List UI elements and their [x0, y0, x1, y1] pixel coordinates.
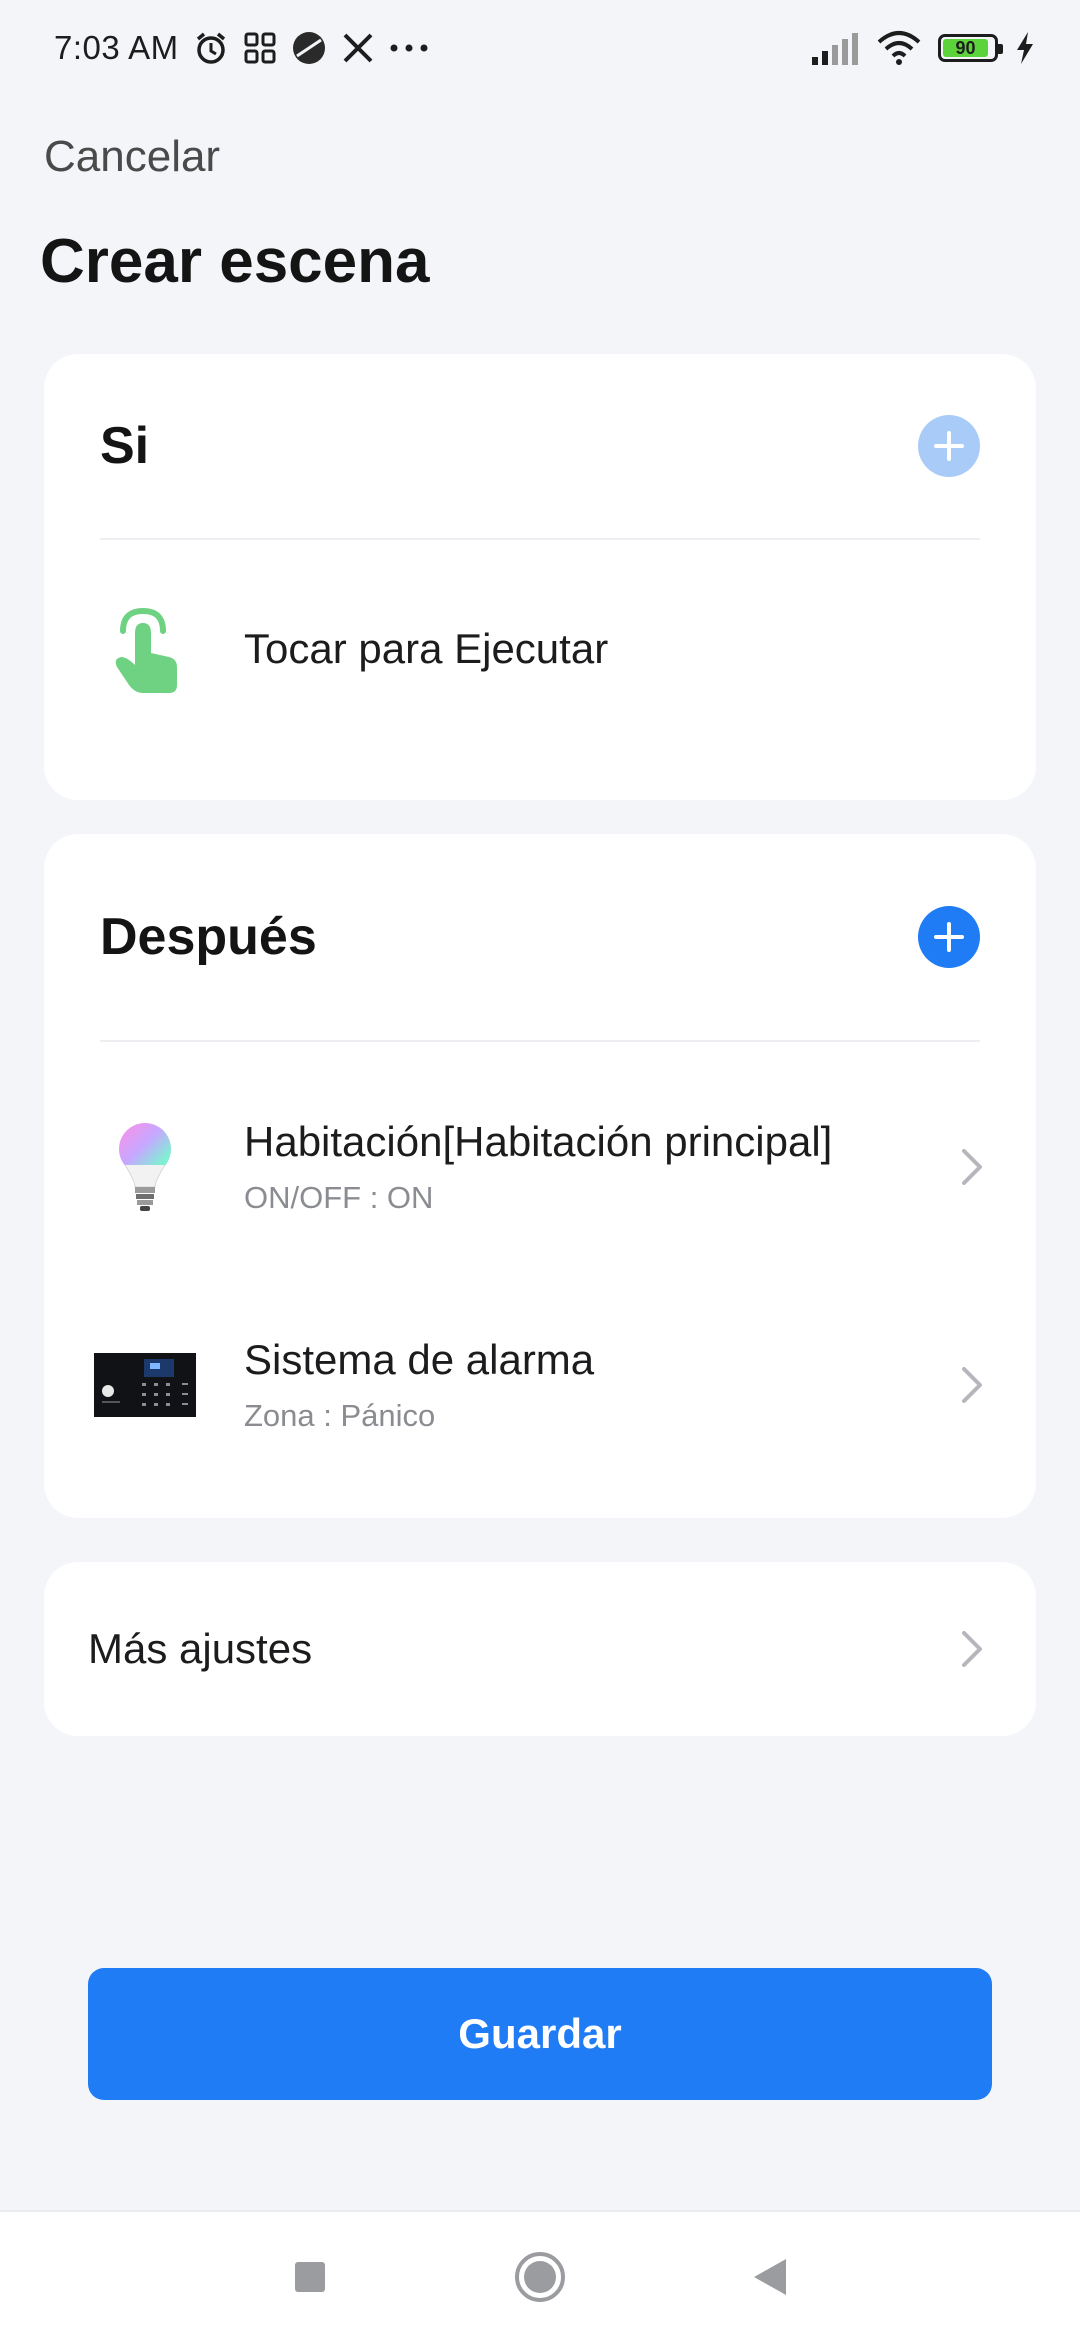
more-settings-label: Más ajustes — [88, 1625, 313, 1672]
action-row-bulb[interactable]: Habitación[Habitación principal] ON/OFF … — [88, 1092, 992, 1242]
more-settings-row[interactable]: Más ajustes — [44, 1562, 1036, 1736]
charging-icon — [1014, 31, 1036, 65]
chevron-right-icon — [952, 1629, 992, 1669]
smart-bulb-icon — [88, 1123, 202, 1211]
battery-level: 90 — [943, 38, 988, 58]
action-row-alarm[interactable]: Sistema de alarma Zona : Pánico — [88, 1310, 992, 1460]
action-subtitle: Zona : Pánico — [244, 1398, 436, 1433]
condition-row-tap-to-run[interactable]: Tocar para Ejecutar — [88, 584, 992, 714]
action-title: Sistema de alarma — [244, 1336, 595, 1383]
home-circle-icon[interactable] — [510, 2247, 570, 2307]
if-section-title: Si — [100, 417, 150, 475]
status-bar-right: 90 — [810, 30, 1036, 66]
signal-icon — [810, 31, 860, 65]
battery-icon: 90 — [938, 34, 1003, 62]
apps-grid-icon — [243, 31, 277, 65]
status-time: 7:03 AM — [54, 29, 179, 66]
then-section-title: Después — [100, 908, 317, 966]
condition-title: Tocar para Ejecutar — [244, 625, 609, 672]
recents-square-icon[interactable] — [280, 2247, 340, 2307]
tap-hand-icon — [88, 607, 202, 693]
if-conditions-card: Si Tocar para Ejecutar — [44, 354, 1036, 800]
add-action-button[interactable] — [918, 906, 980, 968]
status-bar: 7:03 AM 90 — [0, 0, 1080, 96]
system-nav-bar — [0, 2210, 1080, 2342]
alarm-icon — [193, 30, 229, 66]
save-button[interactable]: Guardar — [88, 1968, 992, 2100]
action-subtitle: ON/OFF : ON — [244, 1180, 434, 1215]
action-text: Sistema de alarma Zona : Pánico — [244, 1336, 952, 1434]
wifi-icon — [876, 30, 922, 66]
condition-text: Tocar para Ejecutar — [244, 625, 992, 673]
alarm-panel-icon — [88, 1345, 202, 1425]
chevron-right-icon — [952, 1365, 992, 1405]
chevron-right-icon — [952, 1147, 992, 1187]
action-title: Habitación[Habitación principal] — [244, 1118, 833, 1165]
back-triangle-icon[interactable] — [740, 2247, 800, 2307]
if-section-header: Si — [100, 354, 980, 540]
x-app-icon — [341, 31, 375, 65]
add-condition-button[interactable] — [918, 415, 980, 477]
more-dots-icon — [389, 43, 429, 53]
plus-icon — [934, 922, 964, 952]
page-title: Crear escena — [40, 227, 430, 296]
plus-icon — [934, 431, 964, 461]
status-bar-left: 7:03 AM — [54, 29, 429, 67]
then-actions-card: Después Habitación[Habitación principal]… — [44, 834, 1036, 1518]
action-text: Habitación[Habitación principal] ON/OFF … — [244, 1118, 952, 1216]
orb-app-icon — [291, 30, 327, 66]
then-section-header: Después — [100, 834, 980, 1042]
cancel-button[interactable]: Cancelar — [44, 132, 220, 182]
